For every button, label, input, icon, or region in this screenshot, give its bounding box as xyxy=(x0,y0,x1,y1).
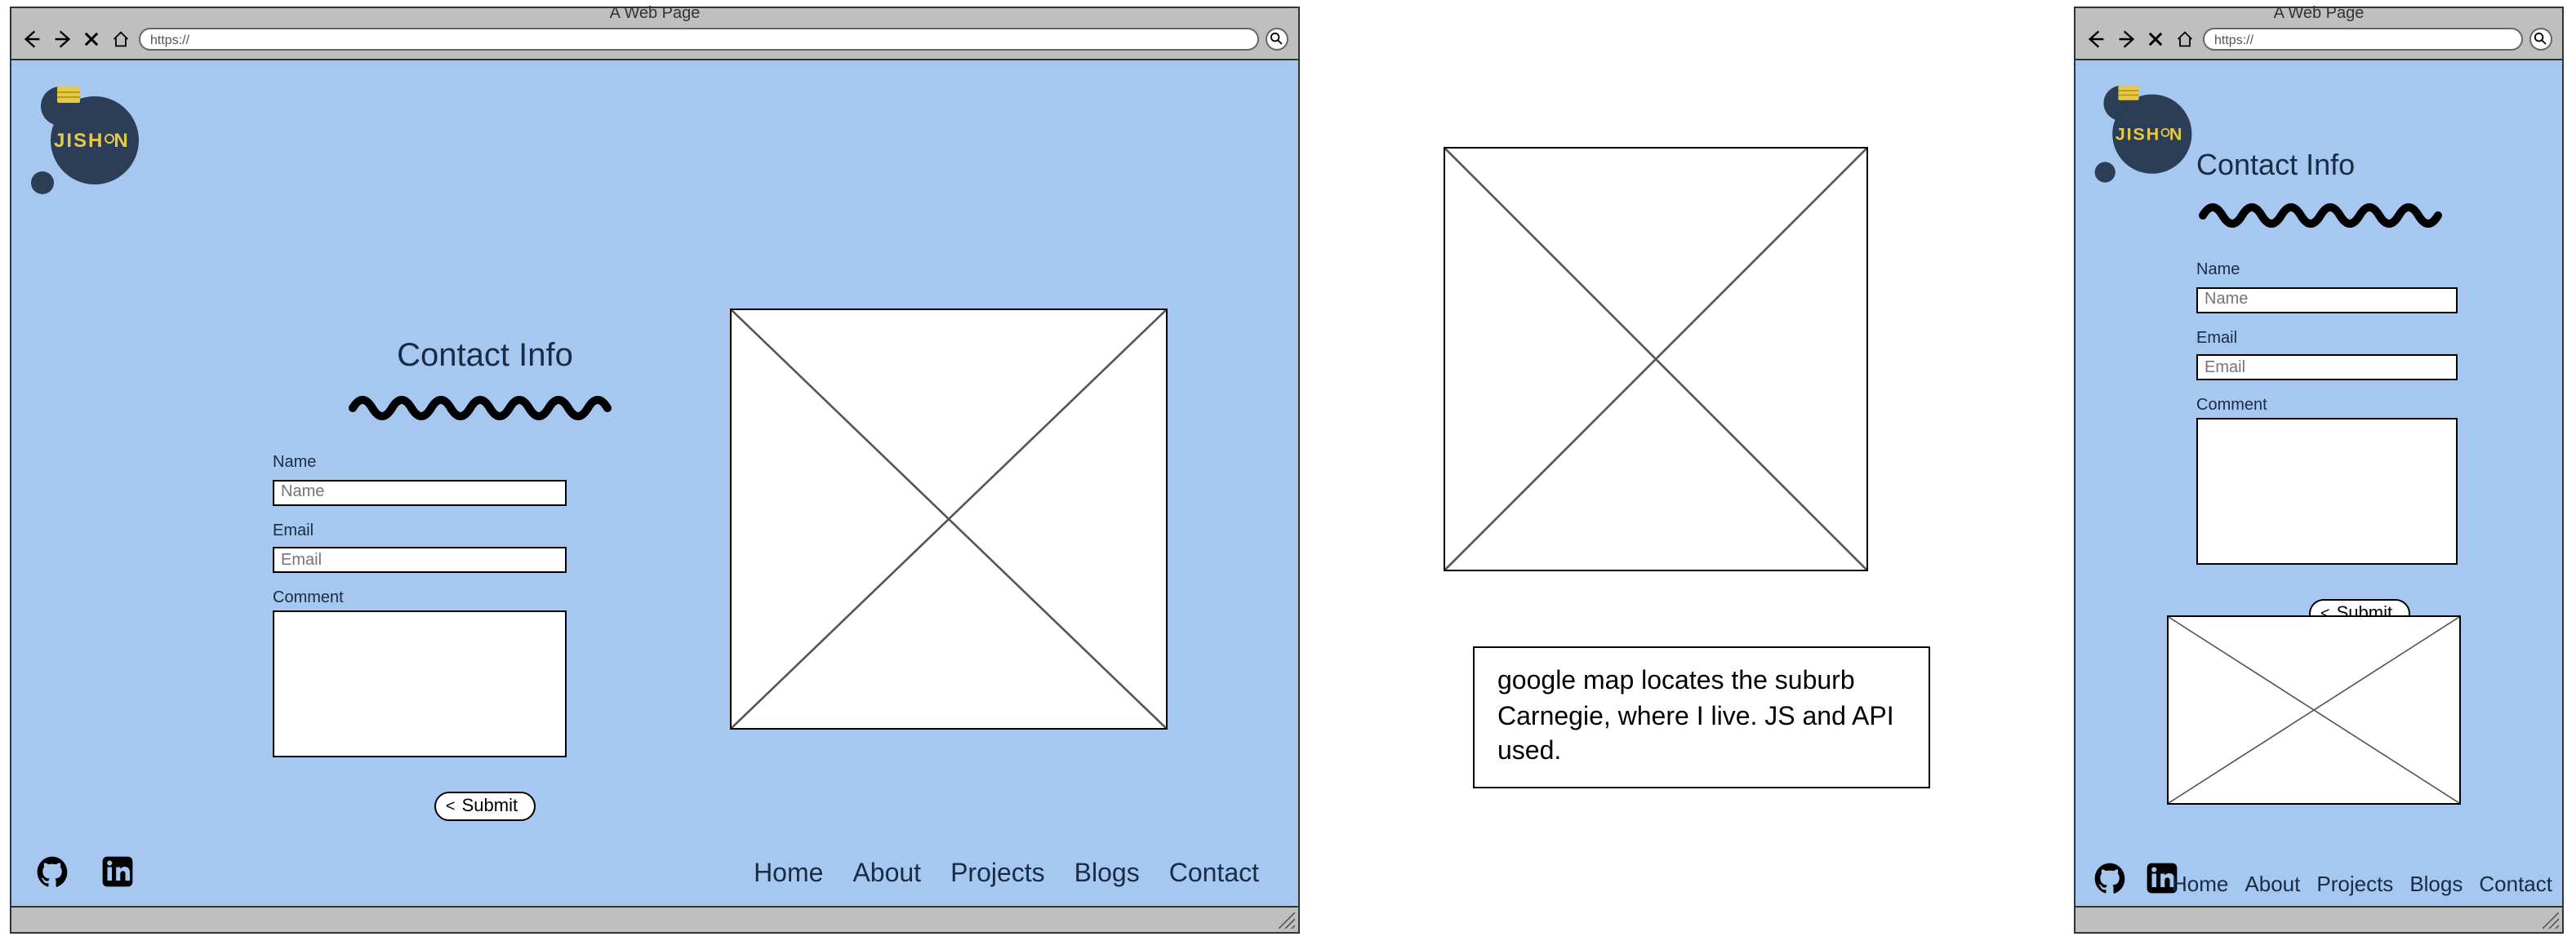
url-text: https:// xyxy=(2214,32,2253,47)
forward-icon[interactable] xyxy=(51,28,73,51)
social-links xyxy=(2092,860,2180,896)
nav-contact[interactable]: Contact xyxy=(2479,872,2552,896)
contact-form-block: Contact Info Name Email Comment <Submit xyxy=(2196,149,2523,628)
url-bar[interactable]: https:// xyxy=(139,28,1259,51)
github-icon[interactable] xyxy=(34,854,70,890)
nav-projects[interactable]: Projects xyxy=(950,860,1045,890)
home-icon[interactable] xyxy=(109,28,132,51)
home-icon[interactable] xyxy=(2173,28,2196,51)
mobile-browser-window: A Web Page https:// xyxy=(2074,7,2564,934)
window-title: A Web Page xyxy=(11,5,1298,23)
chip-icon xyxy=(57,87,80,103)
brand-logo: JISHN xyxy=(28,77,158,207)
map-image-placeholder xyxy=(2167,615,2461,805)
brand-name: JISHN xyxy=(2116,124,2183,144)
name-field[interactable] xyxy=(2196,286,2458,313)
email-field[interactable] xyxy=(273,547,567,573)
comment-label: Comment xyxy=(273,589,697,607)
comment-label: Comment xyxy=(2196,397,2523,415)
nav-home[interactable]: Home xyxy=(2172,872,2228,896)
submit-button[interactable]: <Submit xyxy=(434,792,536,821)
status-bar xyxy=(11,906,1298,932)
window-title: A Web Page xyxy=(2075,5,2562,23)
forward-icon[interactable] xyxy=(2115,28,2138,51)
nav-home[interactable]: Home xyxy=(754,860,823,890)
email-label: Email xyxy=(2196,329,2523,347)
name-field[interactable] xyxy=(273,479,567,505)
comment-field[interactable] xyxy=(2196,418,2458,565)
nav-blogs[interactable]: Blogs xyxy=(1074,860,1140,890)
stop-icon[interactable] xyxy=(80,28,103,51)
brand-logo: JISHN xyxy=(2092,77,2209,194)
search-icon[interactable] xyxy=(1266,28,1288,51)
scribble-decoration xyxy=(2196,196,2474,229)
standalone-map-placeholder xyxy=(1444,147,1868,571)
back-icon[interactable] xyxy=(2085,28,2108,51)
name-label: Name xyxy=(2196,261,2523,279)
stop-icon[interactable] xyxy=(2144,28,2167,51)
github-icon[interactable] xyxy=(2092,860,2128,896)
comment-field[interactable] xyxy=(273,610,567,757)
map-image-placeholder xyxy=(730,308,1168,730)
email-field[interactable] xyxy=(2196,354,2458,380)
back-icon[interactable] xyxy=(21,28,44,51)
brand-name: JISHN xyxy=(54,129,130,152)
url-text: https:// xyxy=(150,32,189,47)
name-label: Name xyxy=(273,454,697,472)
linkedin-icon[interactable] xyxy=(100,854,136,890)
nav-contact[interactable]: Contact xyxy=(1169,860,1259,890)
scribble-decoration xyxy=(346,388,624,421)
map-annotation-note: google map locates the suburb Carnegie, … xyxy=(1473,646,1930,788)
footer-nav: Home About Projects Blogs Contact xyxy=(754,860,1259,890)
search-icon[interactable] xyxy=(2529,28,2552,51)
social-links xyxy=(34,854,136,890)
desktop-browser-window: A Web Page https:// xyxy=(10,7,1300,934)
contact-form-block: Contact Info Name Email Comment <Submit xyxy=(273,338,697,821)
contact-heading: Contact Info xyxy=(273,338,697,375)
browser-chrome: A Web Page https:// xyxy=(11,8,1298,60)
footer-nav: Home About Projects Blogs Contact xyxy=(2172,872,2552,896)
nav-about[interactable]: About xyxy=(852,860,921,890)
email-label: Email xyxy=(273,522,697,539)
url-bar[interactable]: https:// xyxy=(2203,28,2523,51)
browser-chrome: A Web Page https:// xyxy=(2075,8,2562,60)
nav-blogs[interactable]: Blogs xyxy=(2409,872,2463,896)
resize-handle-icon[interactable] xyxy=(1279,912,1295,929)
chevron-left-icon: < xyxy=(446,798,456,816)
nav-about[interactable]: About xyxy=(2245,872,2300,896)
contact-heading: Contact Info xyxy=(2196,149,2523,183)
chip-icon xyxy=(2118,86,2138,100)
nav-projects[interactable]: Projects xyxy=(2316,872,2393,896)
status-bar xyxy=(2075,906,2562,932)
resize-handle-icon[interactable] xyxy=(2543,912,2559,929)
